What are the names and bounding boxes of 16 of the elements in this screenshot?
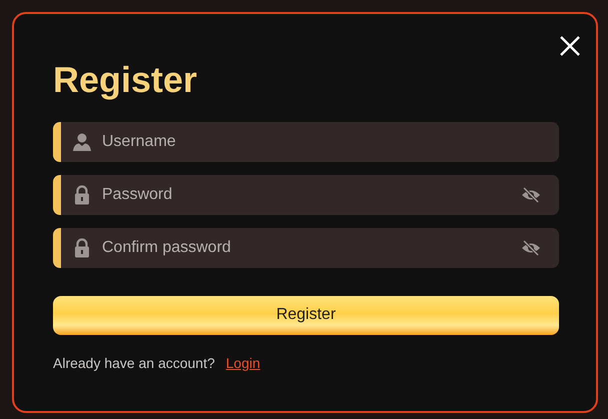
register-button[interactable]: Register — [53, 296, 559, 335]
text-input[interactable]: Username — [102, 130, 541, 153]
lock-icon — [72, 184, 92, 205]
username-field[interactable]: Username — [53, 122, 559, 162]
password-field[interactable]: Confirm password — [53, 228, 559, 268]
user-icon — [72, 132, 92, 152]
login-prompt: Already have an account? — [53, 354, 215, 371]
login-link[interactable]: Login — [226, 354, 260, 371]
dialog-title: Register — [53, 60, 198, 100]
text-input[interactable]: Password — [102, 184, 521, 206]
lock-icon — [72, 238, 92, 258]
password-field[interactable]: Password — [53, 174, 559, 215]
close-icon[interactable] — [558, 34, 582, 58]
eye-slash-icon[interactable] — [521, 238, 541, 257]
eye-slash-icon[interactable] — [521, 186, 541, 204]
text-input[interactable]: Confirm password — [102, 236, 521, 259]
